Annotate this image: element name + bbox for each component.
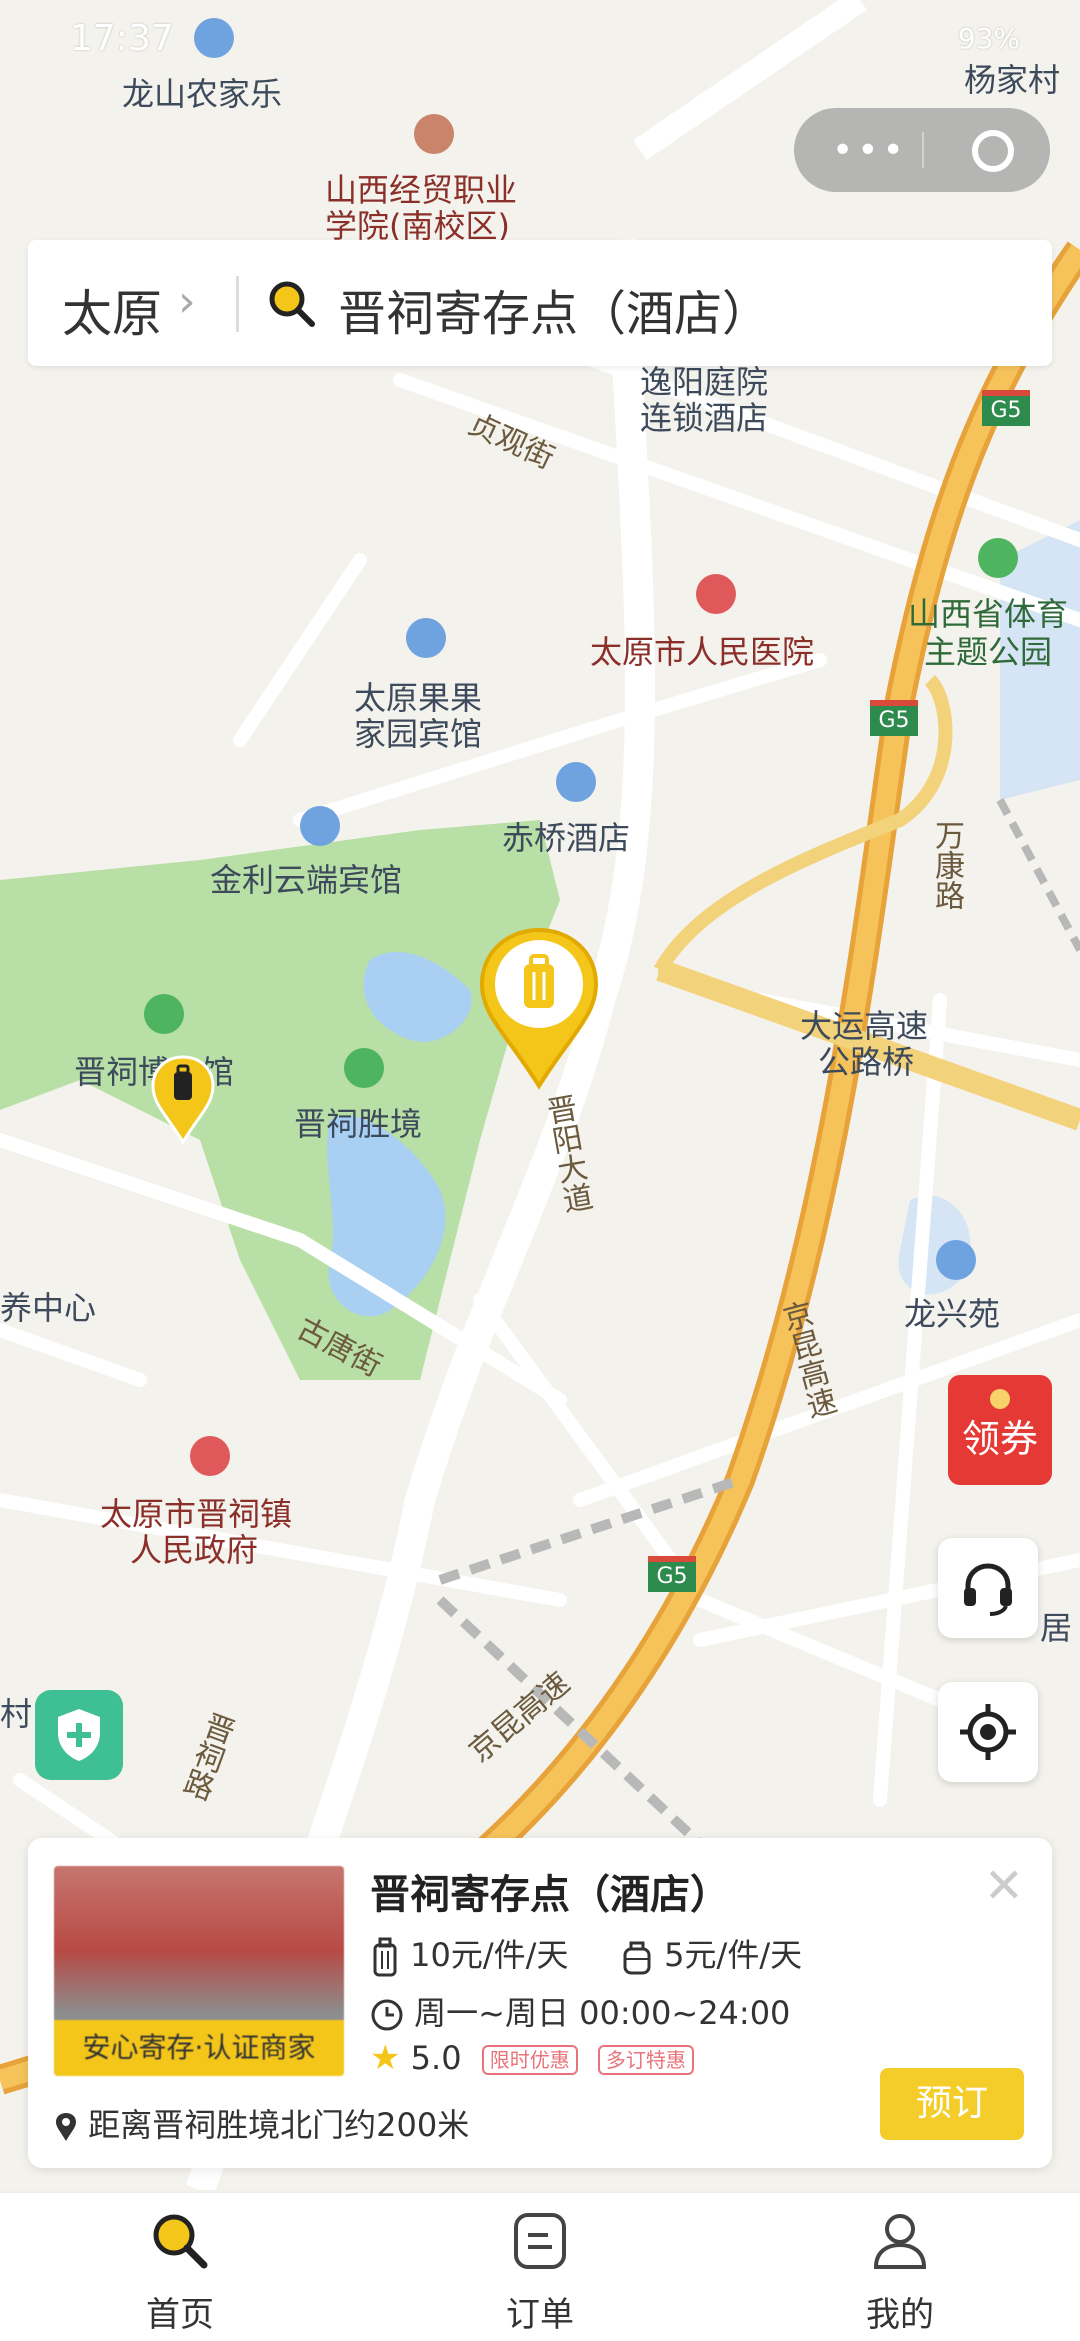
school-icon [414,114,454,154]
location-pin-icon [56,2113,76,2141]
store-title: 晋祠寄存点（酒店） [370,1872,730,1918]
map-label: 太原果果 [354,679,483,717]
map-label: 太原市人民医院 [590,633,815,671]
map-label: 山西省体育 [908,595,1069,633]
highway-shield: G5 [648,1556,696,1592]
tab-label: 首页 [146,2295,214,2335]
map-label: 连锁酒店 [640,399,769,437]
order-icon [514,2213,566,2269]
close-miniprogram-icon[interactable] [972,130,1014,172]
user-icon [873,2214,927,2269]
tab-label: 订单 [506,2295,574,2335]
hotel-icon [556,762,596,802]
store-thumbnail[interactable]: 安心寄存·认证商家 [54,1866,344,2076]
rating-value: 5.0 [410,2039,462,2077]
status-time: 17:37 [70,18,174,59]
price-small: 5元/件/天 [664,1936,803,1974]
store-card[interactable]: 安心寄存·认证商家 晋祠寄存点（酒店） ✕ 10元/件/天 5元/件/天 周一~… [28,1838,1052,2168]
tab-bar: 首页 订单 我的 [0,2192,1080,2341]
map-label: 山西经贸职业 [325,171,518,209]
opening-hours: 周一~周日 00:00~24:00 [414,1994,791,2032]
tab-label: 我的 [866,2295,934,2335]
map-label: 主题公园 [924,633,1053,671]
promo-tag: 多订特惠 [597,2045,694,2075]
map-label: 逸阳庭院 [640,363,769,401]
search-icon [153,2214,208,2269]
star-icon: ★ [370,2038,401,2078]
more-icon[interactable]: ••• [832,130,908,171]
search-icon [269,281,315,327]
map-label: 居 [1040,1609,1073,1647]
close-icon[interactable]: ✕ [984,1858,1024,1914]
chevron-right-icon: › [178,276,196,327]
map-label: 万康路 [929,820,964,910]
search-query[interactable]: 晋祠寄存点（酒店） [338,274,770,344]
map-label: 人民政府 [130,1531,259,1569]
city-selector[interactable]: 太原 [62,274,162,346]
map-label: 公路桥 [818,1043,915,1081]
storage-marker-selected[interactable] [478,926,600,1090]
map-label: 龙兴苑 [904,1295,1001,1333]
highway-shield: G5 [870,700,918,736]
map-label: 赤桥酒店 [502,819,631,857]
miniprogram-capsule: ••• [794,108,1050,192]
scenic-icon [344,1048,384,1088]
map-label: 养中心 [0,1289,97,1327]
headset-icon [964,1563,1012,1616]
search-bar[interactable]: 太原 › 晋祠寄存点（酒店） [28,240,1052,366]
safety-button[interactable] [35,1690,123,1780]
scenic-icon [144,994,184,1034]
price-large: 10元/件/天 [410,1936,569,1974]
map-label: 村 [0,1695,33,1733]
government-icon [190,1436,230,1476]
price-small-row: 5元/件/天 [620,1930,802,1977]
distance-text: 距离晋祠胜境北门约200米 [88,2106,470,2144]
map-label: 家园宾馆 [354,715,483,753]
tab-orders[interactable]: 订单 [440,2193,640,2341]
map-label: 晋祠胜境 [294,1105,423,1143]
park-icon [978,538,1018,578]
rating-row: ★ 5.0 限时优惠 多订特惠 [370,2038,694,2078]
coupon-label: 领券 [961,1417,1038,1461]
map-label: 太原市晋祠镇 [100,1495,293,1533]
coin-icon [990,1389,1010,1409]
coupon-button[interactable]: 领券 [948,1375,1052,1485]
tab-profile[interactable]: 我的 [800,2193,1000,2341]
shield-icon [58,1709,100,1761]
price-large-row: 10元/件/天 [370,1930,568,1977]
distance-row: 距离晋祠胜境北门约200米 [54,2100,469,2146]
hospital-icon [696,574,736,614]
tab-home[interactable]: 首页 [80,2193,280,2341]
customer-service-button[interactable] [938,1538,1038,1638]
map-label: 龙山农家乐 [122,75,283,113]
locate-icon [960,1704,1016,1760]
hours-row: 周一~周日 00:00~24:00 [370,1988,790,2034]
map-label: 大运高速 [800,1007,929,1045]
map-label: 学院(南校区) [325,207,510,245]
residence-icon [936,1240,976,1280]
clock-icon [371,1999,403,2031]
certified-ribbon: 安心寄存·认证商家 [54,2020,344,2076]
promo-tag: 限时优惠 [481,2045,578,2075]
book-button[interactable]: 预订 [880,2068,1024,2140]
highway-shield: G5 [982,390,1030,426]
status-bar: 17:37 93% [0,0,1080,80]
battery-level: 93% [957,22,1020,55]
hotel-icon [300,806,340,846]
map-label: 金利云端宾馆 [210,861,403,899]
luggage-large-icon [373,1937,397,1977]
locate-button[interactable] [938,1682,1038,1782]
storage-marker[interactable] [150,1054,216,1144]
luggage-small-icon [623,1941,651,1975]
hotel-icon [406,618,446,658]
